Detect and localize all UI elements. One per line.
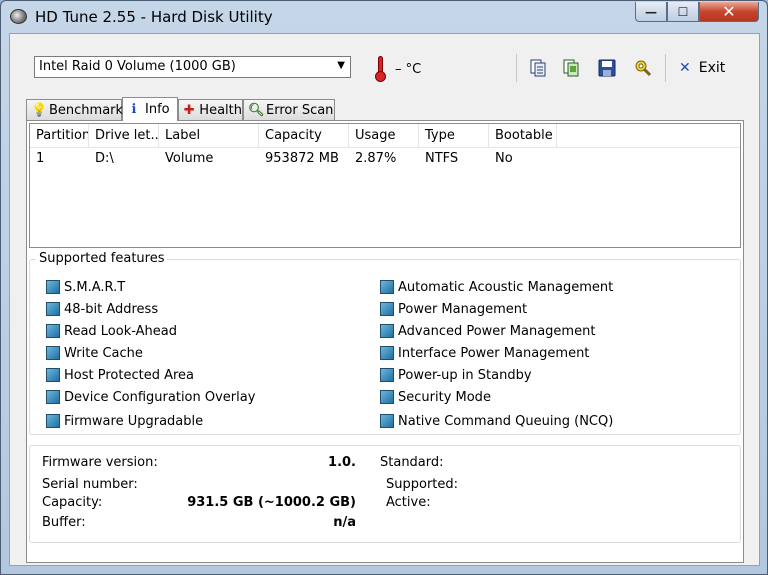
feature-device-configuration-overlay: Device Configuration Overlay <box>46 388 255 406</box>
standard-label: Standard: <box>380 455 444 470</box>
feature-advanced-power-management: Advanced Power Management <box>380 322 595 340</box>
tab-info[interactable]: ℹ Info <box>122 97 178 121</box>
drive-select[interactable]: Intel Raid 0 Volume (1000 GB) ▼ <box>34 56 351 78</box>
capacity-label: Capacity: <box>42 495 103 510</box>
feature-supported-icon <box>380 280 394 294</box>
tab-label: Error Scan <box>266 102 334 118</box>
tab-label: Info <box>145 102 170 117</box>
cell-bootable: No <box>495 151 513 166</box>
serial-number-label: Serial number: <box>42 477 138 492</box>
temperature-readout: – °C <box>395 62 422 77</box>
feature-supported-icon <box>380 414 394 428</box>
red-cross-icon: ✚ <box>183 102 195 118</box>
toolbar-separator <box>665 54 666 82</box>
lightbulb-icon: 💡 <box>31 102 48 118</box>
feature-native-command-queuing: Native Command Queuing (NCQ) <box>380 412 613 430</box>
feature-supported-icon <box>380 346 394 360</box>
window-title: HD Tune 2.55 - Hard Disk Utility <box>35 8 273 26</box>
exit-icon: ✕ <box>679 60 691 76</box>
copy-text-icon[interactable] <box>528 58 548 78</box>
cell-usage: 2.87% <box>355 151 397 166</box>
firmware-version-value: 1.0. <box>328 455 356 470</box>
supported-label: Supported: <box>386 477 459 492</box>
feature-supported-icon <box>46 414 60 428</box>
supported-features-title: Supported features <box>36 251 168 266</box>
copy-screenshot-icon[interactable] <box>561 58 581 78</box>
info-tab-panel: Partition Drive let... Label Capacity Us… <box>26 120 744 563</box>
feature-supported-icon <box>46 280 60 294</box>
hard-disk-app-icon <box>10 9 27 24</box>
drive-details-group: Firmware version: 1.0. Serial number: Ca… <box>29 445 741 543</box>
feature-supported-icon <box>46 368 60 382</box>
feature-supported-icon <box>46 390 60 404</box>
column-header-drive-letter[interactable]: Drive let... <box>89 124 159 148</box>
feature-supported-icon <box>380 368 394 382</box>
feature-host-protected-area: Host Protected Area <box>46 366 194 384</box>
app-window: HD Tune 2.55 - Hard Disk Utility — ☐ ✕ I… <box>0 0 768 575</box>
active-label: Active: <box>386 495 431 510</box>
column-header-partition[interactable]: Partition <box>30 124 89 148</box>
feature-security-mode: Security Mode <box>380 388 491 406</box>
column-header-bootable[interactable]: Bootable <box>489 124 557 148</box>
feature-firmware-upgradable: Firmware Upgradable <box>46 412 203 430</box>
feature-supported-icon <box>46 346 60 360</box>
chevron-down-icon[interactable]: ▼ <box>337 60 345 71</box>
info-icon: ℹ <box>131 102 137 117</box>
drive-select-value: Intel Raid 0 Volume (1000 GB) <box>39 59 236 74</box>
magnifier-icon: 🔍︎ <box>248 102 265 118</box>
cell-partition: 1 <box>36 151 45 166</box>
feature-supported-icon <box>380 302 394 316</box>
toolbar-separator <box>516 54 517 82</box>
tab-health[interactable]: ✚ Health <box>178 99 243 120</box>
feature-smart: S.M.A.R.T <box>46 278 125 296</box>
thermometer-icon <box>374 56 386 82</box>
firmware-version-label: Firmware version: <box>42 455 158 470</box>
close-button[interactable]: ✕ <box>699 2 759 22</box>
cell-drive-letter: D:\ <box>95 151 114 166</box>
tab-label: Benchmark <box>49 102 124 118</box>
exit-label: Exit <box>698 60 726 76</box>
feature-supported-icon <box>46 302 60 316</box>
cell-capacity: 953872 MB <box>265 151 339 166</box>
tab-label: Health <box>199 102 242 118</box>
partition-list[interactable]: Partition Drive let... Label Capacity Us… <box>29 123 741 248</box>
column-header-capacity[interactable]: Capacity <box>259 124 349 148</box>
title-bar[interactable]: HD Tune 2.55 - Hard Disk Utility — ☐ ✕ <box>1 1 767 33</box>
exit-button[interactable]: ✕ Exit <box>679 60 725 76</box>
buffer-value: n/a <box>333 515 356 530</box>
feature-supported-icon <box>46 324 60 338</box>
feature-read-look-ahead: Read Look-Ahead <box>46 322 177 340</box>
cell-label: Volume <box>165 151 214 166</box>
capacity-value: 931.5 GB (~1000.2 GB) <box>187 495 356 510</box>
save-icon[interactable] <box>597 58 617 78</box>
supported-features-group: Supported features S.M.A.R.T 48-bit Addr… <box>29 251 741 435</box>
client-area: Intel Raid 0 Volume (1000 GB) ▼ – °C ✕ Ex… <box>9 33 760 566</box>
column-header-usage[interactable]: Usage <box>349 124 419 148</box>
buffer-label: Buffer: <box>42 515 86 530</box>
feature-interface-power-management: Interface Power Management <box>380 344 589 362</box>
feature-48bit-address: 48-bit Address <box>46 300 158 318</box>
table-row[interactable]: 1 D:\ Volume 953872 MB 2.87% NTFS No <box>30 148 740 170</box>
feature-supported-icon <box>380 324 394 338</box>
feature-power-management: Power Management <box>380 300 527 318</box>
cell-type: NTFS <box>425 151 459 166</box>
feature-write-cache: Write Cache <box>46 344 143 362</box>
partition-list-header: Partition Drive let... Label Capacity Us… <box>30 124 740 148</box>
minimize-button[interactable]: — <box>635 2 667 22</box>
options-icon[interactable] <box>633 58 653 78</box>
tab-benchmark[interactable]: 💡 Benchmark <box>26 99 124 120</box>
feature-automatic-acoustic-management: Automatic Acoustic Management <box>380 278 613 296</box>
column-header-label[interactable]: Label <box>159 124 259 148</box>
feature-power-up-in-standby: Power-up in Standby <box>380 366 532 384</box>
maximize-button[interactable]: ☐ <box>667 2 699 22</box>
column-header-type[interactable]: Type <box>419 124 489 148</box>
feature-supported-icon <box>380 390 394 404</box>
tab-error-scan[interactable]: 🔍︎ Error Scan <box>243 99 335 120</box>
